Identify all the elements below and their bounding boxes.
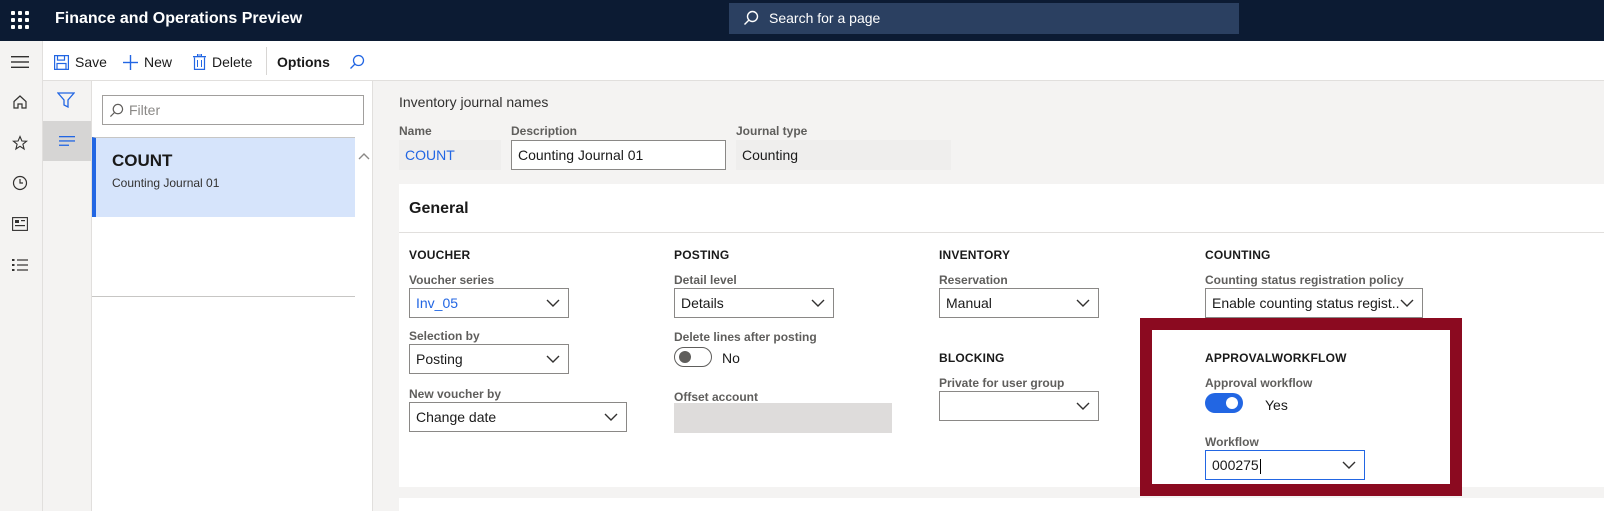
new-button[interactable]: New bbox=[123, 51, 172, 73]
delete-lines-label: Delete lines after posting bbox=[674, 330, 817, 344]
private-user-group-dropdown[interactable] bbox=[939, 391, 1099, 421]
chevron-down-icon bbox=[604, 413, 618, 421]
navigation-rail bbox=[0, 41, 43, 511]
list-item-title: COUNT bbox=[112, 151, 173, 170]
counting-heading: COUNTING bbox=[1205, 248, 1271, 262]
filter-input[interactable]: Filter bbox=[102, 95, 364, 125]
chevron-down-icon bbox=[811, 299, 825, 307]
modules-icon[interactable] bbox=[9, 254, 31, 276]
description-label: Description bbox=[511, 124, 578, 138]
star-icon[interactable] bbox=[9, 132, 31, 154]
general-title[interactable]: General bbox=[409, 200, 469, 218]
search-icon bbox=[109, 103, 124, 118]
voucher-series-dropdown[interactable]: Inv_05 bbox=[409, 288, 569, 318]
list-item[interactable]: COUNT Counting Journal 01 bbox=[92, 137, 355, 217]
detail-level-label: Detail level bbox=[674, 273, 737, 287]
search-icon bbox=[350, 54, 365, 69]
trash-icon bbox=[193, 54, 206, 70]
next-fasttab bbox=[399, 498, 1604, 511]
new-voucher-by-dropdown[interactable]: Change date bbox=[409, 402, 627, 432]
show-list-button[interactable] bbox=[43, 121, 91, 161]
name-label: Name bbox=[399, 124, 432, 138]
search-placeholder: Search for a page bbox=[769, 10, 881, 26]
toolbar-divider bbox=[266, 47, 267, 75]
list-rail bbox=[43, 81, 92, 511]
clock-icon[interactable] bbox=[9, 172, 31, 194]
find-button[interactable] bbox=[349, 51, 371, 73]
save-button[interactable]: Save bbox=[54, 51, 107, 73]
options-button[interactable]: Options bbox=[277, 51, 330, 73]
filter-placeholder: Filter bbox=[129, 102, 161, 118]
new-label: New bbox=[144, 54, 173, 70]
selection-by-dropdown[interactable]: Posting bbox=[409, 344, 569, 374]
list-icon bbox=[59, 136, 75, 146]
new-voucher-by-label: New voucher by bbox=[409, 387, 502, 401]
app-title: Finance and Operations Preview bbox=[55, 10, 303, 27]
reservation-label: Reservation bbox=[939, 273, 1008, 287]
journal-type-label: Journal type bbox=[736, 124, 808, 138]
selection-by-value: Posting bbox=[416, 351, 463, 367]
selection-by-label: Selection by bbox=[409, 329, 480, 343]
hamburger-menu-icon[interactable] bbox=[9, 51, 31, 73]
counting-policy-value: Enable counting status regist... bbox=[1212, 295, 1404, 311]
save-icon bbox=[54, 54, 69, 70]
delete-button[interactable]: Delete bbox=[193, 51, 252, 73]
chevron-down-icon bbox=[546, 355, 560, 363]
voucher-series-value: Inv_05 bbox=[416, 295, 459, 311]
counting-policy-dropdown[interactable]: Enable counting status regist... bbox=[1205, 288, 1423, 318]
offset-account-field bbox=[674, 403, 892, 433]
workspace-icon[interactable] bbox=[9, 213, 31, 235]
voucher-heading: VOUCHER bbox=[409, 248, 471, 262]
voucher-series-label: Voucher series bbox=[409, 273, 495, 287]
delete-lines-value: No bbox=[722, 350, 740, 366]
filter-icon[interactable] bbox=[56, 92, 76, 111]
scroll-up-chevron-icon[interactable] bbox=[358, 147, 370, 163]
delete-lines-toggle[interactable] bbox=[674, 347, 712, 367]
blocking-heading: BLOCKING bbox=[939, 351, 1005, 365]
list-item-subtitle: Counting Journal 01 bbox=[112, 176, 220, 190]
search-page-input[interactable]: Search for a page bbox=[729, 3, 1239, 34]
plus-icon bbox=[123, 54, 138, 70]
search-icon bbox=[744, 10, 759, 25]
description-field[interactable]: Counting Journal 01 bbox=[511, 140, 726, 170]
chevron-down-icon bbox=[546, 299, 560, 307]
app-launcher-icon[interactable] bbox=[11, 11, 29, 29]
home-icon[interactable] bbox=[9, 91, 31, 113]
counting-policy-label: Counting status registration policy bbox=[1205, 273, 1404, 287]
reservation-value: Manual bbox=[946, 295, 992, 311]
chevron-down-icon bbox=[1076, 402, 1090, 410]
list-divider bbox=[92, 296, 355, 297]
offset-account-label: Offset account bbox=[674, 390, 759, 404]
private-user-group-label: Private for user group bbox=[939, 376, 1065, 390]
reservation-dropdown[interactable]: Manual bbox=[939, 288, 1099, 318]
page-title: Inventory journal names bbox=[399, 94, 549, 110]
posting-heading: POSTING bbox=[674, 248, 730, 262]
journal-type-field[interactable]: Counting bbox=[736, 140, 951, 170]
inventory-heading: INVENTORY bbox=[939, 248, 1011, 262]
action-pane: Save New Delete Options bbox=[43, 41, 1604, 81]
fasttab-divider bbox=[399, 232, 1604, 233]
highlight-box bbox=[1140, 318, 1462, 496]
detail-level-dropdown[interactable]: Details bbox=[674, 288, 834, 318]
name-field[interactable]: COUNT bbox=[399, 140, 501, 170]
new-voucher-by-value: Change date bbox=[416, 409, 497, 425]
save-label: Save bbox=[75, 54, 107, 70]
delete-label: Delete bbox=[212, 54, 253, 70]
top-bar: Finance and Operations Preview Search fo… bbox=[0, 0, 1604, 41]
detail-level-value: Details bbox=[681, 295, 724, 311]
chevron-down-icon bbox=[1076, 299, 1090, 307]
chevron-down-icon bbox=[1400, 296, 1414, 310]
list-pane: Filter COUNT Counting Journal 01 bbox=[92, 81, 373, 511]
